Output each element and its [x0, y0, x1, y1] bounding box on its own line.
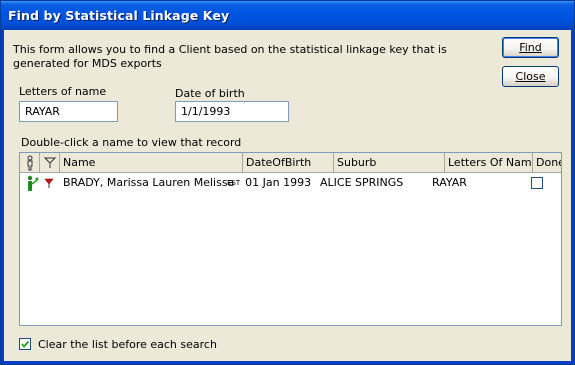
row-name: BRADY, Marissa Lauren Melissa: [63, 176, 235, 189]
person-icon: [27, 155, 33, 171]
clear-list-label[interactable]: Clear the list before each search: [38, 338, 217, 351]
checkmark-icon: [21, 340, 30, 348]
list-hint-label: Double-click a name to view that record: [21, 136, 242, 149]
description-text: This form allows you to find a Client ba…: [13, 43, 453, 71]
header-date-of-birth[interactable]: DateOfBirth: [243, 153, 334, 172]
grid-header: Name DateOfBirth Suburb Letters Of Name …: [20, 153, 561, 173]
window-frame-right: [571, 30, 574, 364]
find-button[interactable]: Find: [502, 37, 559, 58]
header-flag-column[interactable]: [40, 153, 60, 172]
letters-of-name-label: Letters of name: [19, 85, 107, 98]
close-button[interactable]: Close: [502, 66, 559, 87]
header-client-icon-column[interactable]: [20, 153, 40, 172]
window-frame-left: [1, 30, 4, 364]
header-done[interactable]: Done: [533, 153, 561, 172]
row-date-of-birth-value: 01 Jan 1993: [245, 176, 312, 189]
row-letters-of-name: RAYAR: [432, 176, 467, 189]
date-of-birth-label: Date of birth: [175, 87, 245, 100]
close-button-label: Close: [515, 70, 546, 83]
description-line-2: generated for MDS exports: [13, 57, 162, 70]
results-grid[interactable]: Name DateOfBirth Suburb Letters Of Name …: [19, 152, 562, 326]
letters-of-name-field[interactable]: RAYAR: [19, 101, 118, 122]
header-letters-of-name[interactable]: Letters Of Name: [445, 153, 533, 172]
red-flag-icon: [41, 173, 59, 193]
dialog-window: Find by Statistical Linkage Key This for…: [0, 0, 575, 365]
date-of-birth-field[interactable]: 1/1/1993: [175, 101, 289, 122]
window-title: Find by Statistical Linkage Key: [8, 8, 230, 23]
header-suburb[interactable]: Suburb: [334, 153, 445, 172]
row-date-of-birth: EST 01 Jan 1993: [227, 173, 332, 193]
window-frame-bottom: [1, 361, 574, 364]
clear-list-checkbox[interactable]: [19, 338, 31, 350]
estimated-date-badge: EST: [227, 179, 241, 187]
flag-icon: [43, 157, 57, 168]
row-done-checkbox[interactable]: [531, 177, 543, 189]
title-bar[interactable]: Find by Statistical Linkage Key: [1, 1, 574, 30]
table-row[interactable]: BRADY, Marissa Lauren Melissa EST 01 Jan …: [20, 173, 561, 193]
find-button-label: Find: [519, 41, 542, 54]
header-name[interactable]: Name: [60, 153, 243, 172]
row-suburb: ALICE SPRINGS: [320, 176, 404, 189]
client-male-icon: [22, 173, 40, 193]
description-line-1: This form allows you to find a Client ba…: [13, 43, 447, 56]
